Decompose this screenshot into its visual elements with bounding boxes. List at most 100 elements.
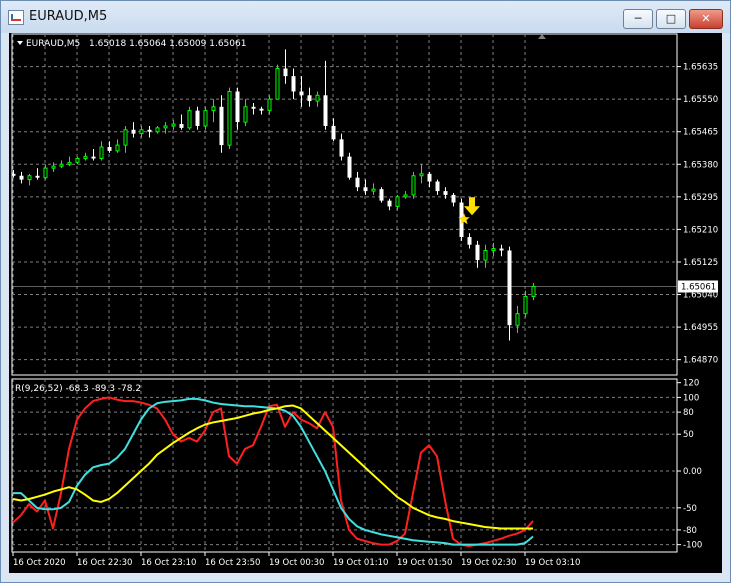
candle-body [83,156,88,160]
time-tick-label: 19 Oct 01:50 [397,558,452,568]
candle-body [259,108,264,111]
candle-body [131,129,136,134]
chart-canvas[interactable]: 1.65635 1.65550 1.65465 1.65380 1.65295 1.652… [9,33,722,573]
candle-body [531,285,536,297]
candle-body [43,167,48,179]
candle-body [515,313,520,326]
candle-body [435,181,440,192]
candle-body [203,110,208,127]
candle-body [187,110,192,129]
indicator-tick-label: -80 [683,526,697,536]
title-bar[interactable]: EURAUD,M5 ─ □ ✕ [1,1,730,33]
candle-body [411,175,416,196]
price-axis: 1.65635 1.65550 1.65465 1.65380 1.65295 1.652… [677,63,718,366]
indicator-axis: 120 100 80 50 0.00 -50 -80 -100 [677,379,702,551]
candle-body [227,90,232,146]
candle-body [219,106,224,146]
candle-body [251,106,256,109]
indicator-tick-label: -50 [683,504,697,514]
chart-area[interactable]: 1.65635 1.65550 1.65465 1.65380 1.65295 1.652… [9,33,722,573]
ohlc-header: 1.65018 1.65064 1.65009 1.65061 [89,39,246,49]
candle-body [171,123,176,127]
chart-window: EURAUD,M5 ─ □ ✕ 1.65635 1.65550 1.65465 1.6… [0,0,731,583]
candle-body [75,158,80,163]
price-tick-label: 1.65125 [683,258,718,268]
candle-body [59,163,64,167]
candle-body [443,191,448,195]
candle-body [195,110,200,126]
candle-body [123,129,128,146]
candle-body [403,194,408,198]
current-price-label: 1.65061 [681,282,716,292]
indicator-header: R(9,26,52) -68.3 -89.3 -78.2 [15,384,141,394]
close-button[interactable]: ✕ [689,9,723,29]
window-title: EURAUD,M5 [29,9,108,24]
indicator-tick-label: 0.00 [683,467,702,477]
candle-body [163,125,168,129]
candle-body [339,139,344,157]
candle-body [419,173,424,177]
candle-body [451,194,456,203]
time-tick-label: 16 Oct 23:10 [141,558,196,568]
candle-body [363,187,368,192]
price-grid [12,34,677,375]
candle-body [331,125,336,140]
candle-body [99,146,104,160]
candle-body [491,248,496,251]
candle-body [355,177,360,188]
price-tick-label: 1.65380 [683,160,718,170]
indicator-tick-label: 50 [683,430,694,440]
indicator-tick-label: 100 [683,393,699,403]
candle-body [115,144,120,152]
time-axis: 16 Oct 2020 16 Oct 22:30 16 Oct 23:10 16 Oc… [12,552,580,568]
candle-body [155,127,160,133]
candle-body [179,124,184,128]
candle-body [395,196,400,207]
candle-body [211,106,216,112]
candle-body [67,161,72,165]
symbol-label: EURAUD,M5 [26,39,80,49]
indicator-grid [12,379,677,552]
price-panel-frame [11,33,678,376]
candle-body [11,173,16,176]
candle-body [267,98,272,112]
indicator-panel-frame [11,378,678,553]
price-tick-label: 1.64870 [683,356,718,366]
candle-body [379,189,384,201]
candle-body [243,106,248,123]
indicator-series-2 [12,404,533,530]
candle-body [427,173,432,182]
indicator-tick-label: -100 [683,541,702,551]
candle-body [27,175,32,181]
candles-layer [11,49,536,341]
candle-body [323,95,328,126]
indicator-lines [12,396,534,548]
indicator-tick-label: 80 [683,408,694,418]
time-tick-label: 19 Oct 01:10 [333,558,388,568]
time-tick-label: 16 Oct 23:50 [205,558,260,568]
candle-body [371,188,376,192]
price-tick-label: 1.64955 [683,323,718,333]
arrow-down-icon [464,197,480,216]
candle-body [291,76,296,92]
candle-body [147,129,152,132]
candle-body [91,156,96,159]
candle-body [275,67,280,100]
candle-body [299,91,304,96]
time-tick-label: 19 Oct 00:30 [269,558,324,568]
maximize-button[interactable]: □ [656,9,686,29]
time-tick-label: 16 Oct 2020 [13,558,66,568]
price-tick-label: 1.65465 [683,128,718,138]
minimize-button[interactable]: ─ [623,9,653,29]
candle-body [387,200,392,207]
triangle-down-icon[interactable] [17,41,23,45]
candle-body [499,248,504,251]
candle-body [283,68,288,77]
candle-body [139,129,144,135]
time-tick-label: 16 Oct 22:30 [77,558,132,568]
indicator-tick-label: 120 [683,379,699,389]
candle-body [19,175,24,180]
candle-body [523,295,528,315]
candle-body [107,147,112,151]
time-tick-label: 19 Oct 03:10 [525,558,580,568]
